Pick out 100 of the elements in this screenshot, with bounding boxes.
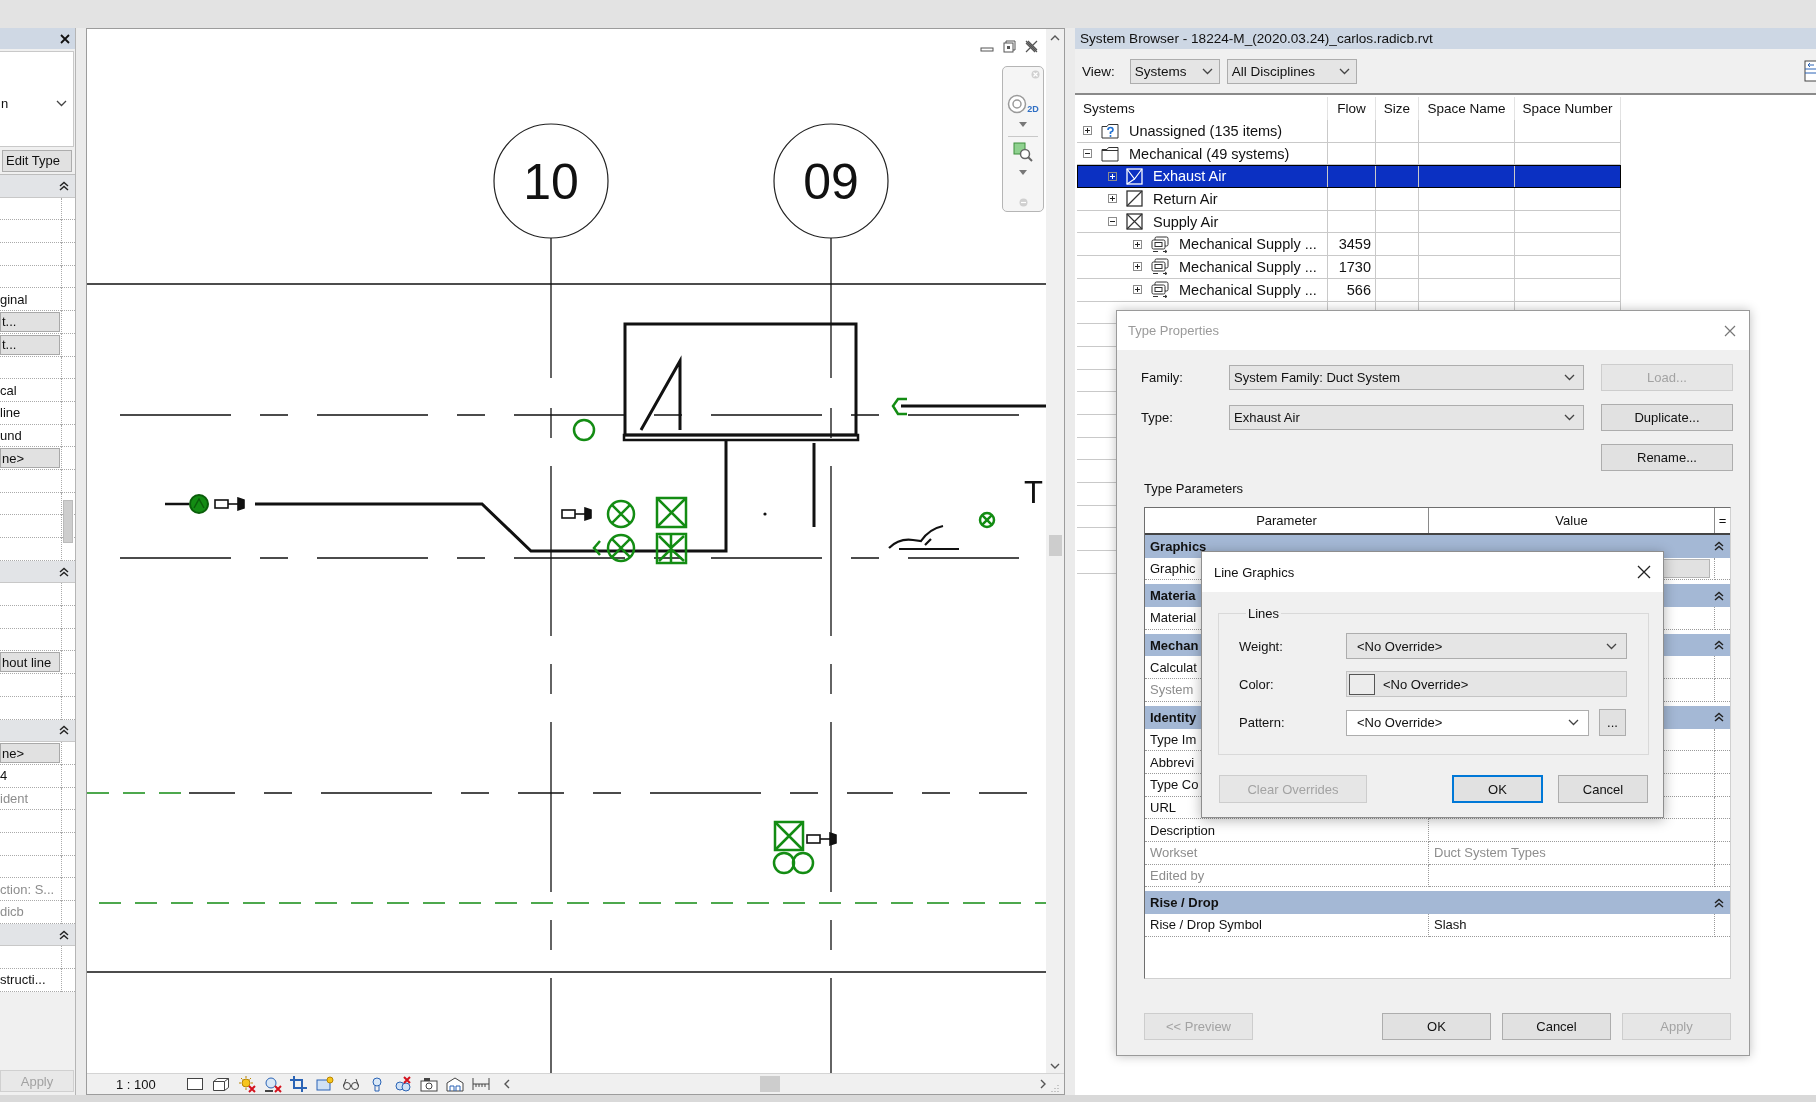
expand-icon[interactable] <box>1083 126 1092 136</box>
parameter-name: Calculat <box>1150 659 1197 675</box>
ruler-icon[interactable] <box>471 1075 491 1093</box>
parameter-row[interactable]: Description <box>1145 819 1730 842</box>
tree-item-label: Mechanical Supply ... <box>1179 281 1317 298</box>
expand-icon[interactable] <box>1108 194 1117 204</box>
expand-icon[interactable] <box>1133 285 1142 295</box>
flow-value: 1730 <box>1338 258 1371 275</box>
family-dropdown[interactable]: System Family: Duct System <box>1229 365 1584 390</box>
crop-icon[interactable] <box>289 1075 309 1093</box>
sun-icon[interactable] <box>237 1075 257 1093</box>
ring-icon <box>772 851 796 875</box>
resize-grip-icon[interactable] <box>1051 1084 1059 1092</box>
scrollbar-thumb[interactable] <box>63 500 73 543</box>
scrollbar-thumb[interactable] <box>760 1076 780 1092</box>
collapse-icon[interactable] <box>59 180 69 191</box>
column-header[interactable]: = <box>1715 508 1730 533</box>
value-button[interactable]: ne> <box>0 448 60 469</box>
tree-row[interactable]: Unassigned (135 items) <box>1077 120 1621 143</box>
collapse-icon[interactable] <box>1108 217 1117 227</box>
weight-dropdown[interactable]: <No Override> <box>1346 633 1627 659</box>
group-header[interactable]: Rise / Drop <box>1145 891 1730 914</box>
parameter-row[interactable]: Rise / Drop Symbol Slash <box>1145 914 1730 937</box>
scrollbar-thumb[interactable] <box>1048 535 1062 556</box>
column-header[interactable]: Parameter <box>1145 508 1429 533</box>
collapse-icon[interactable] <box>1714 590 1724 601</box>
edit-type-button[interactable]: Edit Type <box>2 149 72 172</box>
building-icon[interactable] <box>445 1075 465 1093</box>
circle-cross-icon <box>606 499 636 529</box>
dialog-button[interactable]: Rename... <box>1601 444 1733 471</box>
chevron-down-icon[interactable] <box>1019 122 1027 127</box>
column-header[interactable]: Systems <box>1077 97 1328 120</box>
column-header[interactable]: Flow <box>1328 97 1376 120</box>
cube-icon[interactable] <box>211 1075 231 1093</box>
dialog-button[interactable]: Duplicate... <box>1601 404 1733 431</box>
value-button[interactable]: t... <box>0 334 60 355</box>
parameter-name: Description <box>1150 822 1216 838</box>
rectangle-icon[interactable] <box>185 1075 205 1093</box>
crop-frame-icon[interactable] <box>315 1075 335 1093</box>
camera-icon[interactable] <box>419 1075 439 1093</box>
dialog-button[interactable]: Cancel <box>1502 1013 1611 1040</box>
close-icon[interactable] <box>60 33 70 44</box>
tree-row[interactable]: Return Air <box>1077 188 1621 211</box>
pattern-dropdown[interactable]: <No Override> <box>1346 709 1589 736</box>
panel-icon[interactable] <box>1803 60 1816 82</box>
flow-value: 566 <box>1346 281 1371 298</box>
collapse-icon[interactable] <box>59 929 69 940</box>
property-value: ction: S... <box>0 881 55 897</box>
column-header[interactable]: Space Name <box>1419 97 1515 120</box>
value-button[interactable]: t... <box>0 311 60 332</box>
collapse-icon[interactable] <box>59 566 69 577</box>
chevron-down-icon <box>56 99 67 107</box>
property-value: ident <box>0 790 29 806</box>
crossed-globe-icon[interactable] <box>263 1075 283 1093</box>
connector-icon <box>891 397 907 416</box>
chevron-down-icon[interactable] <box>1019 170 1027 175</box>
color-picker[interactable]: <No Override> <box>1346 671 1627 697</box>
collapse-icon[interactable] <box>1083 149 1092 159</box>
tree-row[interactable]: Supply Air <box>1077 210 1621 234</box>
glasses-cross-icon[interactable] <box>393 1075 413 1093</box>
collapse-icon[interactable] <box>59 725 69 736</box>
column-header[interactable]: Space Number <box>1515 97 1621 120</box>
expand-icon[interactable] <box>1133 239 1142 249</box>
tree-item-label: Exhaust Air <box>1153 168 1227 185</box>
close-icon[interactable] <box>1637 565 1651 579</box>
group-title: Graphics <box>1150 538 1207 554</box>
property-value: und <box>0 427 22 443</box>
scroll-up-icon[interactable] <box>1050 35 1060 41</box>
scroll-left-icon[interactable] <box>504 1079 510 1089</box>
expand-icon[interactable] <box>1133 262 1142 272</box>
dialog-button[interactable]: Cancel <box>1558 775 1648 803</box>
scroll-down-icon[interactable] <box>1050 1063 1060 1069</box>
type-dropdown[interactable]: Exhaust Air <box>1229 405 1584 430</box>
collapse-icon[interactable] <box>1714 541 1724 552</box>
tree-row[interactable]: Mechanical Supply ... 566 <box>1077 278 1621 302</box>
navigation-wheel-button[interactable]: 2D <box>1007 84 1039 114</box>
collapse-icon[interactable] <box>1714 897 1724 908</box>
collapse-icon[interactable] <box>1714 640 1724 651</box>
type-selector[interactable]: n <box>0 51 74 147</box>
column-header[interactable]: Value <box>1429 508 1715 533</box>
column-header[interactable]: Size <box>1376 97 1419 120</box>
tree-row[interactable]: Mechanical Supply ... 1730 <box>1077 256 1621 279</box>
collapse-icon[interactable] <box>1714 712 1724 723</box>
dialog-button[interactable]: OK <box>1382 1013 1491 1040</box>
expand-icon[interactable] <box>1108 171 1117 181</box>
restore-icon[interactable] <box>1003 40 1016 53</box>
close-icon[interactable] <box>1025 40 1038 53</box>
view-dropdown[interactable]: Systems <box>1129 58 1220 84</box>
scroll-right-icon[interactable] <box>1040 1079 1046 1089</box>
value-button[interactable]: hout line <box>0 652 60 673</box>
browse-button[interactable]: ... <box>1599 709 1626 736</box>
scale-label[interactable]: 1 : 100 <box>116 1076 161 1092</box>
dialog-button[interactable]: OK <box>1452 775 1543 803</box>
zoom-icon[interactable] <box>1013 142 1033 162</box>
chevron-down-icon <box>1338 67 1350 75</box>
tree-item-label: Mechanical Supply ... <box>1179 258 1317 275</box>
value-button[interactable]: ne> <box>0 743 60 764</box>
view-dropdown[interactable]: All Disciplines <box>1226 58 1357 84</box>
tree-row[interactable]: Exhaust Air <box>1077 165 1621 189</box>
tree-row[interactable]: Mechanical Supply ... 3459 <box>1077 233 1621 257</box>
